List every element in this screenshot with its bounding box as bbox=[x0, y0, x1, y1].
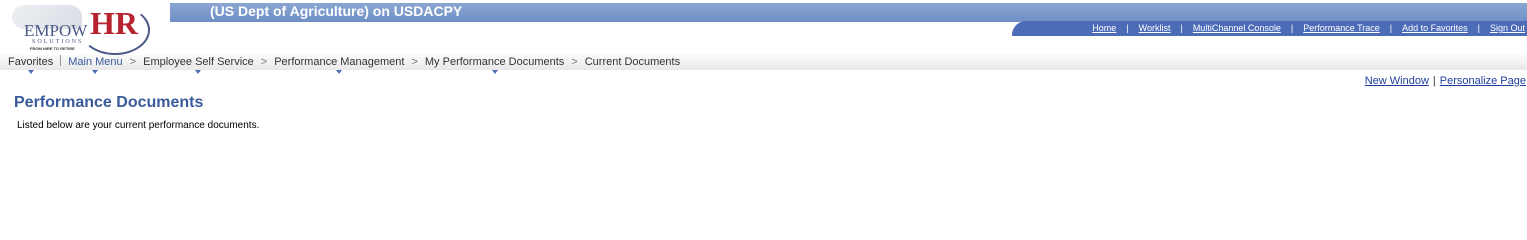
breadcrumb-current-documents: Current Documents bbox=[584, 56, 681, 68]
breadcrumb-main-menu[interactable]: Main Menu bbox=[68, 55, 123, 74]
performance-trace-link[interactable]: Performance Trace bbox=[1303, 23, 1380, 33]
chevron-right-icon: > bbox=[571, 56, 578, 68]
empowhr-logo: EMPOW HR SOLUTIONS FROM HIRE TO RETIRE bbox=[6, 1, 166, 55]
header-nav-links: Home | Worklist | MultiChannel Console | Perfo… bbox=[1092, 23, 1525, 33]
sign-out-link[interactable]: Sign Out bbox=[1490, 23, 1525, 33]
header: EMPOW HR SOLUTIONS FROM HIRE TO RETIRE (… bbox=[0, 0, 1527, 56]
breadcrumb-my-performance-documents[interactable]: My Performance Documents bbox=[425, 55, 564, 74]
breadcrumb-employee-self-service[interactable]: Employee Self Service bbox=[143, 55, 254, 74]
database-banner: (US Dept of Agriculture) on USDACPY bbox=[170, 3, 1527, 22]
breadcrumb-performance-management[interactable]: Performance Management bbox=[274, 55, 404, 74]
breadcrumb: Favorites Main Menu > Employee Self Serv… bbox=[0, 55, 1527, 74]
chevron-right-icon: > bbox=[411, 56, 418, 68]
intro-text: Listed below are your current performanc… bbox=[17, 120, 260, 131]
chevron-right-icon: > bbox=[129, 56, 137, 68]
caret-down-icon bbox=[195, 70, 202, 74]
home-link[interactable]: Home bbox=[1092, 23, 1116, 33]
page-toolbar: New Window | Personalize Page bbox=[1364, 75, 1526, 87]
caret-down-icon bbox=[92, 70, 99, 74]
worklist-link[interactable]: Worklist bbox=[1139, 23, 1171, 33]
personalize-page-link[interactable]: Personalize Page bbox=[1440, 75, 1526, 87]
caret-down-icon bbox=[491, 70, 498, 74]
chevron-right-icon: > bbox=[260, 56, 268, 68]
caret-down-icon bbox=[27, 70, 34, 74]
page-title: Performance Documents bbox=[14, 94, 204, 111]
database-title: (US Dept of Agriculture) on USDACPY bbox=[210, 3, 463, 19]
add-to-favorites-link[interactable]: Add to Favorites bbox=[1402, 23, 1468, 33]
caret-down-icon bbox=[336, 70, 343, 74]
new-window-link[interactable]: New Window bbox=[1365, 75, 1429, 87]
breadcrumb-favorites[interactable]: Favorites bbox=[8, 55, 53, 74]
multichannel-console-link[interactable]: MultiChannel Console bbox=[1193, 23, 1281, 33]
